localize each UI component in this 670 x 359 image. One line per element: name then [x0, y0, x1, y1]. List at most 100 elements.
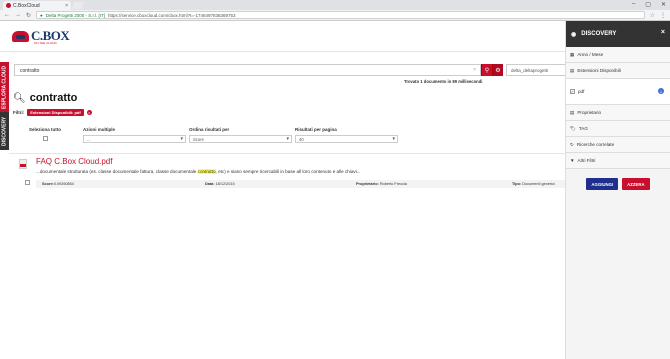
- section-label: Altri Filtri: [577, 158, 596, 163]
- pdf-option-label: pdf: [578, 89, 585, 94]
- section-altri-filtri[interactable]: ▼ Altri Filtri: [566, 153, 670, 169]
- multi-actions-control: Azioni multiple ...: [83, 127, 186, 143]
- sort-select[interactable]: Score: [189, 135, 292, 143]
- search-row: contratto × ⚲ ⚙: [14, 64, 503, 76]
- favicon-icon: [6, 3, 11, 8]
- tab-discovery[interactable]: DISCOVERY: [0, 112, 9, 150]
- magnifier-icon: 🔍︎: [13, 92, 26, 104]
- multi-actions-select[interactable]: ...: [83, 135, 186, 143]
- query-title: contratto: [29, 92, 78, 104]
- meta-date: Data: 18/12/2015: [205, 182, 235, 186]
- result-title-link[interactable]: FAQ C.Box Cloud.pdf: [36, 157, 112, 166]
- azzera-button[interactable]: AZZERA: [622, 178, 650, 190]
- panel-title: DISCOVERY: [581, 31, 617, 37]
- meta-owner: Proprietario: Roberto Freccia: [356, 182, 407, 186]
- snippet-text: ...documentale strutturata (es. classe d…: [36, 169, 198, 174]
- sort-label: Ordina risultati per: [189, 127, 230, 132]
- result-checkbox[interactable]: [25, 180, 30, 185]
- multi-actions-label: Azioni multiple: [83, 127, 115, 132]
- owner-value: Roberto Freccia: [379, 182, 407, 186]
- date-label: Data:: [205, 182, 215, 186]
- discovery-panel: ◉ DISCOVERY × ▦ Anno / Mese ▤ Estensioni…: [565, 21, 670, 359]
- browser-tab[interactable]: C.BoxCloud ×: [3, 1, 71, 10]
- section-label: Ricerche correlate: [576, 142, 615, 147]
- sort-control: Ordina risultati per Score: [189, 127, 292, 143]
- pdf-file-icon: [19, 159, 27, 169]
- browser-tabbar: C.BoxCloud × – ▢ ✕: [0, 0, 670, 10]
- tab-title: C.BoxCloud: [13, 2, 40, 9]
- section-label: TAG: [578, 126, 588, 131]
- snippet-text: , etc) e siano sempre ricercabili in bas…: [215, 169, 361, 174]
- per-page-select[interactable]: 40: [295, 135, 398, 143]
- meta-type: Tipo: Documenti generici: [512, 182, 555, 186]
- per-page-control: Risultati per pagina 40: [295, 127, 398, 143]
- query-heading: 🔍︎ contratto: [13, 92, 77, 104]
- reload-icon[interactable]: ↻: [26, 12, 31, 19]
- cbox-logo[interactable]: C.BOX ON THE CLOUD: [12, 28, 70, 45]
- divider: [9, 153, 565, 154]
- close-window-icon[interactable]: ✕: [661, 1, 666, 8]
- pdf-checkbox[interactable]: ✓: [570, 89, 575, 94]
- back-icon[interactable]: ←: [4, 12, 10, 18]
- owner-label: Proprietario:: [356, 182, 379, 186]
- tab-close-icon[interactable]: ×: [65, 3, 68, 9]
- forward-icon[interactable]: →: [15, 12, 21, 18]
- bookmark-star-icon[interactable]: ☆: [650, 12, 655, 19]
- list-icon: ▤: [570, 67, 575, 73]
- filter-icon: ▼: [570, 158, 575, 163]
- type-value: Documenti generici: [522, 182, 555, 186]
- section-ricerche-correlate[interactable]: ↻ Ricerche correlate: [566, 137, 670, 153]
- select-all-checkbox[interactable]: [42, 136, 48, 141]
- select-all-control: Seleziona tutto: [25, 127, 65, 141]
- remove-filter-icon[interactable]: ×: [86, 110, 92, 115]
- site-identity: Delta Progetti 2000 - S.r.l. [IT]: [45, 12, 106, 18]
- search-settings-button[interactable]: ⚙: [492, 64, 503, 76]
- panel-header: ◉ DISCOVERY ×: [566, 21, 670, 47]
- logo-cloud-icon: [12, 30, 29, 42]
- select-all-label: Seleziona tutto: [28, 127, 61, 132]
- minimize-icon[interactable]: –: [632, 1, 635, 8]
- type-label: Tipo:: [512, 182, 522, 186]
- window-controls: – ▢ ✕: [632, 1, 666, 8]
- refresh-icon: ↻: [570, 141, 574, 147]
- logo-tagline: ON THE CLOUD: [34, 41, 57, 45]
- section-estensioni[interactable]: ▤ Estensioni Disponibili: [566, 63, 670, 79]
- search-query-text: contratto: [20, 68, 40, 74]
- count-badge: 1: [658, 88, 664, 94]
- address-bar: ← → ↻ ● Delta Progetti 2000 - S.r.l. [IT…: [0, 10, 670, 21]
- main-content: contratto × ⚲ ⚙ delta_deltaprogetti Trov…: [9, 52, 567, 359]
- tab-esplora-cloud[interactable]: ESPLORA CLOUD: [0, 62, 9, 112]
- result-controls: Seleziona tutto Azioni multiple ... Ordi…: [9, 127, 565, 153]
- section-label: Estensioni Disponibili: [577, 68, 621, 73]
- section-tag[interactable]: 🏷 TAG: [566, 121, 670, 137]
- url-field[interactable]: ● Delta Progetti 2000 - S.r.l. [IT] http…: [36, 11, 645, 19]
- calendar-icon: ▦: [570, 51, 575, 57]
- filters-label: Filtri:: [13, 110, 25, 115]
- url-text: https://service.cboxcloud.com/cbox.html?…: [108, 12, 236, 18]
- panel-close-icon[interactable]: ×: [661, 29, 665, 36]
- search-icon: ⚲: [484, 67, 490, 74]
- section-anno-mese[interactable]: ▦ Anno / Mese: [566, 47, 670, 63]
- globe-icon: ◉: [571, 31, 577, 38]
- search-button[interactable]: ⚲: [481, 64, 492, 76]
- browser-menu-icon[interactable]: ⋮: [660, 12, 666, 19]
- section-proprietario[interactable]: ▤ Proprietario: [566, 105, 670, 121]
- snippet-highlight: contratto: [197, 169, 216, 174]
- active-filters: Filtri: Estensioni Disponibili: pdf ×: [13, 109, 92, 116]
- result-snippet: ...documentale strutturata (es. classe d…: [36, 169, 361, 174]
- gear-icon: ⚙: [495, 67, 501, 74]
- search-input[interactable]: contratto ×: [14, 64, 481, 76]
- tag-icon: 🏷: [570, 125, 576, 131]
- user-select[interactable]: delta_deltaprogetti: [506, 64, 566, 76]
- list-icon: ▤: [570, 109, 575, 115]
- lock-icon: ●: [40, 12, 43, 18]
- score-value: 0.09260854: [53, 182, 74, 186]
- result-meta: Score:0.09260854 Data: 18/12/2015 Propri…: [36, 180, 567, 188]
- filter-chip[interactable]: Estensioni Disponibili: pdf: [27, 109, 84, 116]
- maximize-icon[interactable]: ▢: [645, 1, 651, 8]
- aggiungi-button[interactable]: AGGIUNGI: [586, 178, 619, 190]
- app-header: C.BOX ON THE CLOUD: [0, 21, 565, 52]
- results-count: Trovato 1 documento in 89 millisecondi: [404, 79, 483, 84]
- new-tab-button[interactable]: [71, 2, 85, 9]
- clear-search-icon[interactable]: ×: [473, 67, 476, 73]
